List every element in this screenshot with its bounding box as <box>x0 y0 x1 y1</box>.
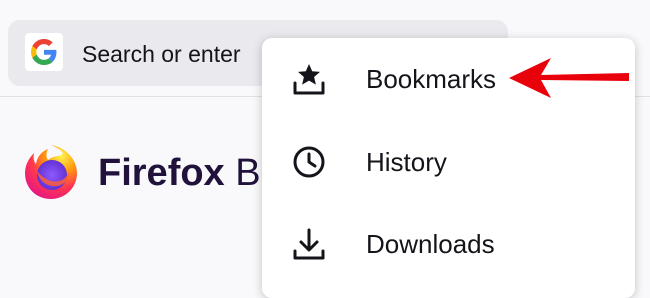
red-arrow-annotation <box>505 56 631 100</box>
brand-rest: B <box>235 152 261 194</box>
bookmarks-icon <box>292 62 326 96</box>
menu-item-label: History <box>366 147 447 177</box>
firefox-logo-icon <box>21 141 81 201</box>
firefox-brand-wordmark: Firefox B <box>98 152 261 195</box>
menu-item-label: Downloads <box>366 229 495 259</box>
brand-bold: Firefox <box>98 152 225 194</box>
menu-item-label: Bookmarks <box>366 64 497 94</box>
clock-icon <box>292 145 326 179</box>
menu-item-history[interactable]: History <box>262 127 635 197</box>
address-bar-placeholder[interactable]: Search or enter <box>82 41 241 68</box>
google-icon[interactable] <box>25 33 63 71</box>
menu-item-downloads[interactable]: Downloads <box>262 209 635 279</box>
download-icon <box>292 227 326 261</box>
